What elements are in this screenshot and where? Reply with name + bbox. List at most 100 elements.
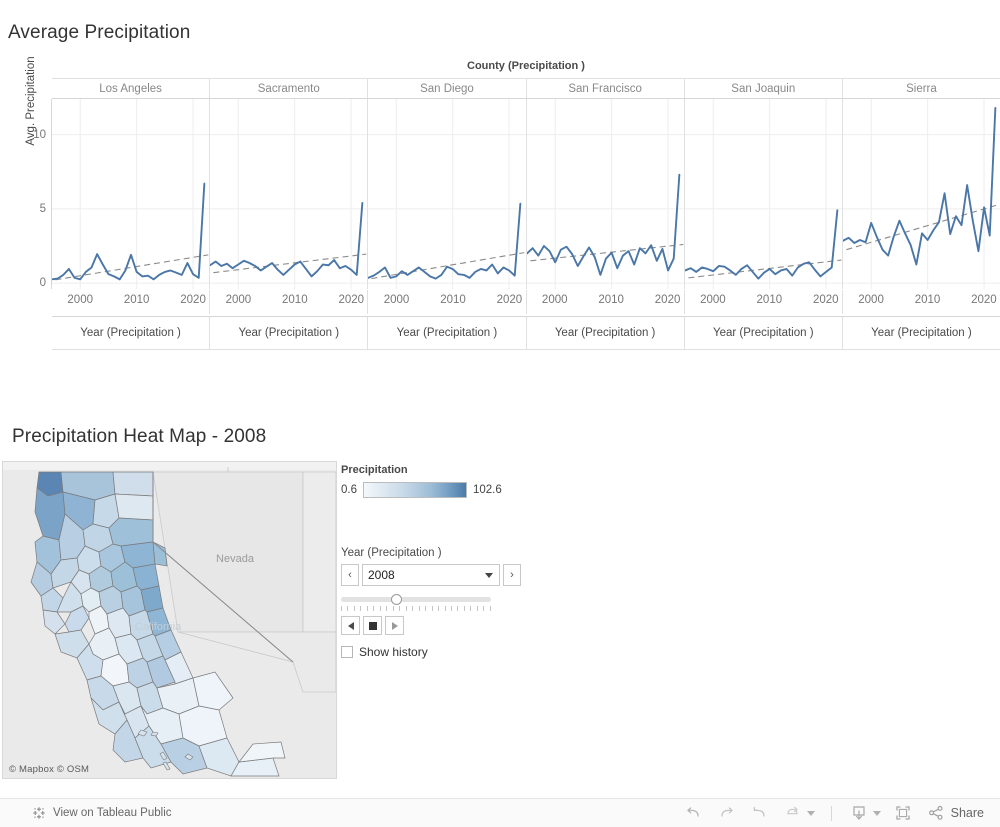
revert-icon bbox=[753, 806, 765, 817]
x-axis-tick-label: 2010 bbox=[282, 294, 308, 306]
fullscreen-button[interactable] bbox=[888, 801, 918, 825]
x-axis-tick-label: 2000 bbox=[225, 294, 252, 306]
triangle-right-icon bbox=[391, 621, 398, 630]
play-backward-button[interactable] bbox=[341, 616, 360, 635]
county-panel-header[interactable]: Sierra bbox=[843, 79, 1000, 98]
legend-max-value: 102.6 bbox=[473, 484, 502, 496]
year-dropdown[interactable]: 2008 bbox=[362, 564, 500, 586]
county-panel-header[interactable]: Los Angeles bbox=[52, 79, 211, 98]
slider-tick bbox=[373, 606, 375, 611]
county-panel-header[interactable]: San Francisco bbox=[527, 79, 685, 98]
county-plot-panel[interactable] bbox=[684, 99, 843, 289]
x-axis-tick-label: 2010 bbox=[914, 294, 941, 306]
toolbar-separator bbox=[830, 805, 832, 821]
x-axis-title: Year (Precipitation ) bbox=[685, 317, 843, 349]
precipitation-heat-map-sheet: Precipitation Heat Map - 2008 Nevada Cal… bbox=[0, 404, 1000, 794]
stop-button[interactable] bbox=[363, 616, 382, 635]
slider-tick bbox=[476, 606, 478, 611]
x-axis-title: Year (Precipitation ) bbox=[871, 327, 972, 339]
series-line bbox=[842, 106, 997, 266]
county-panel-header[interactable]: San Diego bbox=[368, 79, 527, 98]
undo-button[interactable] bbox=[679, 801, 709, 825]
legend-title: Precipitation bbox=[341, 464, 408, 476]
average-precipitation-sheet: Average Precipitation County (Precipitat… bbox=[0, 0, 1000, 400]
x-axis-tick-label: 2000 bbox=[541, 294, 568, 306]
year-selected-value: 2008 bbox=[368, 568, 395, 582]
x-tick-panel: 2000 2010 2020 bbox=[527, 290, 685, 314]
county-plot-panel[interactable] bbox=[52, 99, 211, 289]
square-stop-icon bbox=[368, 621, 377, 630]
panel-svg bbox=[210, 99, 368, 289]
view-on-tableau-public-link[interactable]: View on Tableau Public bbox=[32, 806, 172, 820]
x-axis-tick-label: 2020 bbox=[654, 294, 681, 306]
slider-tick bbox=[450, 606, 452, 611]
column-field-label: County (Precipitation ) bbox=[467, 60, 585, 72]
x-axis-tick-label: 2020 bbox=[180, 294, 206, 306]
refresh-dropdown-caret[interactable] bbox=[806, 810, 815, 816]
panel-svg bbox=[684, 99, 842, 289]
x-axis-tick-label: 2020 bbox=[338, 294, 365, 306]
download-dropdown-caret[interactable] bbox=[872, 810, 881, 816]
slider-tick bbox=[366, 606, 368, 611]
county-plot-panel[interactable] bbox=[210, 99, 369, 289]
year-slider[interactable] bbox=[341, 594, 491, 611]
map-svg: Nevada California bbox=[3, 462, 336, 778]
share-button[interactable]: Share bbox=[927, 804, 984, 822]
download-button[interactable] bbox=[844, 801, 874, 825]
slider-tick bbox=[360, 606, 362, 611]
y-axis-tick-label: 0 bbox=[39, 277, 46, 290]
slider-tick bbox=[412, 606, 414, 611]
series-line bbox=[52, 182, 206, 281]
year-next-button[interactable]: › bbox=[503, 564, 521, 586]
slider-tick bbox=[444, 606, 446, 611]
year-slider-track[interactable] bbox=[341, 597, 491, 602]
show-history-toggle[interactable]: Show history bbox=[341, 645, 521, 659]
x-tick-panel: 2000 2010 2020 bbox=[52, 290, 211, 314]
x-axis-tick-label: 2000 bbox=[700, 294, 726, 306]
county-plot-panel[interactable] bbox=[526, 99, 685, 289]
slider-tick bbox=[399, 606, 401, 611]
x-tick-panel: 2000 2010 2020 bbox=[685, 290, 843, 314]
x-axis-tick-label: 2010 bbox=[123, 294, 150, 306]
x-axis-tick-label: 2010 bbox=[598, 294, 624, 306]
map-label-california: California bbox=[135, 621, 182, 633]
legend-color-ramp bbox=[363, 482, 467, 498]
x-tick-panel: 2000 2010 2020 bbox=[368, 290, 527, 314]
play-forward-button[interactable] bbox=[385, 616, 404, 635]
series-line bbox=[368, 202, 522, 280]
triangle-left-icon bbox=[347, 621, 354, 630]
slider-tick bbox=[489, 606, 491, 611]
x-axis-tick-label: 2010 bbox=[756, 294, 783, 306]
year-slider-handle[interactable] bbox=[391, 594, 403, 605]
checkbox-icon[interactable] bbox=[341, 646, 353, 658]
slider-tick bbox=[379, 606, 381, 611]
slider-tick bbox=[463, 606, 465, 611]
california-choropleth-map[interactable]: Nevada California © Mapbox © OSM bbox=[2, 461, 337, 779]
redo-button[interactable] bbox=[712, 801, 742, 825]
series-line bbox=[210, 201, 364, 278]
map-title: Precipitation Heat Map - 2008 bbox=[12, 426, 267, 447]
x-axis-tick-label: 2020 bbox=[496, 294, 523, 306]
x-tick-panel: 2000 2010 2020 bbox=[210, 290, 369, 314]
download-icon bbox=[853, 806, 865, 820]
slider-tick bbox=[405, 606, 407, 611]
year-filter-control: Year (Precipitation ) ‹ 2008 › Show hist… bbox=[341, 547, 521, 659]
year-prev-button[interactable]: ‹ bbox=[341, 564, 359, 586]
y-axis-tick-label: 10 bbox=[33, 128, 46, 141]
county-plot-panel[interactable] bbox=[368, 99, 527, 289]
year-filter-label: Year (Precipitation ) bbox=[341, 547, 442, 559]
refresh-button[interactable] bbox=[778, 801, 808, 825]
dashboard-toolbar: View on Tableau Public Share bbox=[0, 798, 1000, 827]
x-axis-tick-row: 2000 2010 2020 2000 2010 2020 2000 2010 2020 2000… bbox=[52, 290, 1000, 314]
share-label: Share bbox=[950, 806, 984, 820]
county-panel-header[interactable]: San Joaquin bbox=[685, 79, 843, 98]
chevron-down-icon[interactable] bbox=[485, 573, 493, 578]
slider-tick bbox=[392, 606, 394, 611]
slider-tick bbox=[457, 606, 459, 611]
county-plot-panel[interactable] bbox=[842, 99, 1000, 289]
x-axis-tick-label: 2020 bbox=[812, 294, 839, 306]
revert-button[interactable] bbox=[745, 801, 775, 825]
fullscreen-icon bbox=[895, 806, 910, 820]
county-panel-header[interactable]: Sacramento bbox=[210, 79, 369, 98]
toolbar-actions: Share bbox=[679, 801, 984, 825]
